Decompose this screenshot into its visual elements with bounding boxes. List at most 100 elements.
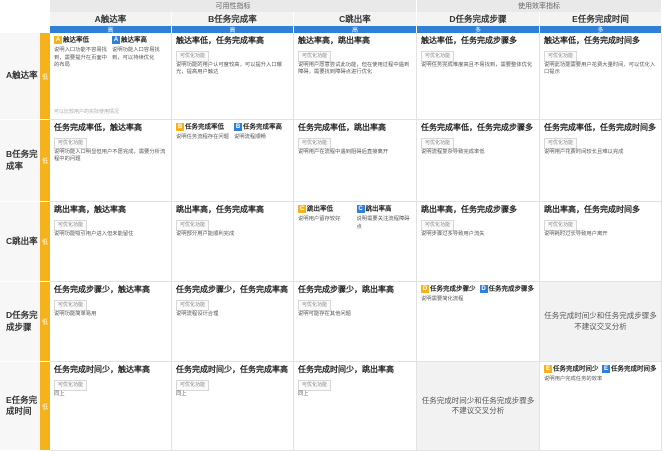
cell-desc: 说明任务流程存在问题: [176, 134, 229, 141]
column-header-c: C跳出率: [294, 12, 417, 26]
option-badge: 可优化功能: [176, 379, 210, 391]
column-header-e: E任务完成时间: [540, 12, 662, 26]
row-priority-e: 低: [40, 362, 50, 451]
cell-d-e: 任务完成时间少和任务完成步骤多不建议交叉分析: [540, 282, 662, 362]
option-badge: 可优化功能: [176, 299, 210, 311]
option-badge: 可优化功能: [298, 50, 332, 62]
cell-desc: 说明流程复杂导致完成率低: [421, 148, 485, 155]
cell-a-e: 触达率低，任务完成时间多 可优化功能 说明此功能需要用户花费大量时间，可以优化入…: [540, 33, 662, 120]
cross-analysis-matrix: 可用性指标 使用效率指标 A触达率 B任务完成率 C跳出率 D任务完成步骤 E任…: [0, 0, 662, 451]
cell-b-c: 任务完成率低，跳出率高 可优化功能 说明用户在流程中遇到阻碍后直接离开: [294, 120, 417, 202]
cell-c-e: 跳出率高，任务完成时间多 可优化功能 说明耗时过长导致用户离开: [540, 202, 662, 282]
cell-desc: 说明用户愿意尝试此功能，但在使用过程中遇到障碍，需要找到障碍点进行优化: [298, 61, 410, 75]
not-recommended-text: 任务完成时间少和任务完成步骤多不建议交叉分析: [544, 311, 657, 331]
cell-title: 跳出率低: [307, 205, 333, 213]
cell-desc: 说明用户完成任务的效率: [544, 376, 603, 383]
cell-title: 触达率高，跳出率高: [298, 36, 370, 45]
cell-title: 跳出率高，任务完成时间多: [544, 205, 640, 214]
cell-title: 触达率高: [121, 36, 147, 44]
cell-title: 任务完成步骤少，任务完成率高: [176, 285, 288, 294]
option-badge: 可优化功能: [298, 137, 332, 149]
cell-b-b: B 任务完成率低 说明任务流程存在问题 B 任务完成率高 说明流程顺畅: [172, 120, 294, 202]
option-badge: 可优化功能: [421, 219, 455, 231]
cell-title: 任务完成时间少，跳出率高: [298, 365, 394, 374]
priority-high-b: 高: [172, 26, 294, 34]
cell-footnote: 可以比较用户的实际使用情况: [54, 109, 120, 116]
cell-d-d: D 任务完成步骤少 D 任务完成步骤多 说明需要简化流程: [417, 282, 540, 362]
option-badge: 可优化功能: [421, 137, 455, 149]
row-header-e: E任务完成时间: [0, 362, 40, 451]
cell-a-d: 触达率低，任务完成步骤多 可优化功能 说明任务完成难度高且不易找到，需要整体优化: [417, 33, 540, 120]
cell-a-a: A 触达率低 说明入口功能不容易找到，需要提升在页面中的布局 A 触达率高 说明功能…: [50, 33, 172, 120]
cell-desc: 说明功能吸引用户进入但未能留住: [54, 230, 134, 237]
row-header-a: A触达率: [0, 33, 40, 120]
cell-a-c: 触达率高，跳出率高 可优化功能 说明用户愿意尝试此功能，但在使用过程中遇到障碍，…: [294, 33, 417, 120]
option-badge: 可优化功能: [54, 379, 88, 391]
cell-title: 触达率低，任务完成率高: [176, 36, 264, 45]
cell-title: 任务完成时间少，任务完成率高: [176, 365, 288, 374]
cell-title: 任务完成率高: [243, 123, 282, 131]
group-efficiency-header: 使用效率指标: [417, 0, 662, 12]
option-badge: 可优化功能: [544, 219, 578, 231]
cell-d-c: 任务完成步骤少，跳出率高 可优化功能 说明可能存在其他问题: [294, 282, 417, 362]
cell-desc: 说明需要简化流程: [421, 296, 464, 303]
tag-c: C: [356, 205, 365, 213]
cell-title: 任务完成步骤少，跳出率高: [298, 285, 394, 294]
cell-c-d: 跳出率高，任务完成步骤多 可优化功能 说明步骤过多导致用户流失: [417, 202, 540, 282]
priority-many-e: 多: [540, 26, 662, 34]
tag-b: B: [176, 123, 184, 131]
tag-a: A: [112, 36, 120, 44]
cell-title: 任务完成率低，任务完成时间多: [544, 123, 656, 132]
cell-desc: 说明耗时过长导致用户离开: [544, 230, 608, 237]
cell-desc: 同上: [298, 390, 309, 397]
cell-c-c: C 跳出率低 说明用户留存较好 C 跳出率高 说明需要关注流程障碍点: [294, 202, 417, 282]
cell-e-d: 任务完成时间少和任务完成步骤多不建议交叉分析: [417, 362, 540, 451]
cell-e-a: 任务完成时间少，触达率高 可优化功能 同上: [50, 362, 172, 451]
option-badge: 可优化功能: [54, 219, 88, 231]
option-badge: 可优化功能: [176, 50, 210, 62]
row-header-d: D任务完成步骤: [0, 282, 40, 362]
tag-e: E: [602, 365, 610, 373]
group-usability-header: 可用性指标: [50, 0, 417, 12]
cell-title: 任务完成时间多: [611, 365, 657, 373]
row-priority-c: 低: [40, 202, 50, 282]
cell-a-b: 触达率低，任务完成率高 可优化功能 说明功能的用户认可度较高，可以提升入口曝光，…: [172, 33, 294, 120]
cell-desc: 说明功能入口容易找到，可以持续优化: [112, 47, 160, 61]
cell-desc: 说明用户在流程中遇到阻碍后直接离开: [298, 148, 389, 155]
cell-c-a: 跳出率高，触达率高 可优化功能 说明功能吸引用户进入但未能留住: [50, 202, 172, 282]
cell-d-a: 任务完成步骤少，触达率高 可优化功能 说明功能简单易用: [50, 282, 172, 362]
row-priority-b: 低: [40, 120, 50, 202]
cell-desc: 说明用户留存较好: [298, 216, 341, 223]
tag-e: E: [544, 365, 552, 373]
option-badge: 可优化功能: [421, 50, 455, 62]
cell-desc: 同上: [54, 390, 65, 397]
cell-desc: 同上: [176, 390, 187, 397]
cell-title: 任务完成率低，触达率高: [54, 123, 142, 132]
cell-c-b: 跳出率高，任务完成率高 可优化功能 说明部分用户能顺利完成: [172, 202, 294, 282]
tag-b: B: [234, 123, 242, 131]
option-badge: 可优化功能: [298, 379, 332, 391]
option-badge: 可优化功能: [176, 219, 210, 231]
option-badge: 可优化功能: [54, 299, 88, 311]
cell-desc: 说明功能简单易用: [54, 310, 97, 317]
cell-d-b: 任务完成步骤少，任务完成率高 可优化功能 说明流程设计合理: [172, 282, 294, 362]
cell-title: 触达率低: [63, 36, 89, 44]
tag-a: A: [54, 36, 62, 44]
cell-desc: 说明功能的用户认可度较高，可以提升入口曝光，提高用户触达: [176, 61, 282, 75]
cell-b-a: 任务完成率低，触达率高 可优化功能 说明功能入口明显但用户不愿完成，需要分析流程…: [50, 120, 172, 202]
cell-desc: 说明入口功能不容易找到，需要提升在页面中的布局: [54, 47, 107, 68]
cell-title: 跳出率高: [365, 205, 392, 213]
option-badge: 可优化功能: [544, 137, 578, 149]
cell-title: 触达率低，任务完成时间多: [544, 36, 640, 45]
cell-desc: 说明功能入口明显但用户不愿完成，需要分析流程中的问题: [54, 148, 166, 162]
row-priority-d: 低: [40, 282, 50, 362]
cell-desc: 说明部分用户能顺利完成: [176, 230, 235, 237]
cell-title: 任务完成时间少: [553, 365, 599, 373]
cell-title: 跳出率高，触达率高: [54, 205, 126, 214]
not-recommended-text: 任务完成时间少和任务完成步骤多不建议交叉分析: [421, 395, 535, 415]
cell-desc: 说明任务完成难度高且不易找到，需要整体优化: [421, 61, 533, 68]
cell-desc: 说明此功能需要用户花费大量时间，可以优化入口提示: [544, 61, 656, 75]
cell-b-e: 任务完成率低，任务完成时间多 可优化功能 说明用户花费时间较长且难以完成: [540, 120, 662, 202]
cell-e-c: 任务完成时间少，跳出率高 可优化功能 同上: [294, 362, 417, 451]
column-header-a: A触达率: [50, 12, 172, 26]
